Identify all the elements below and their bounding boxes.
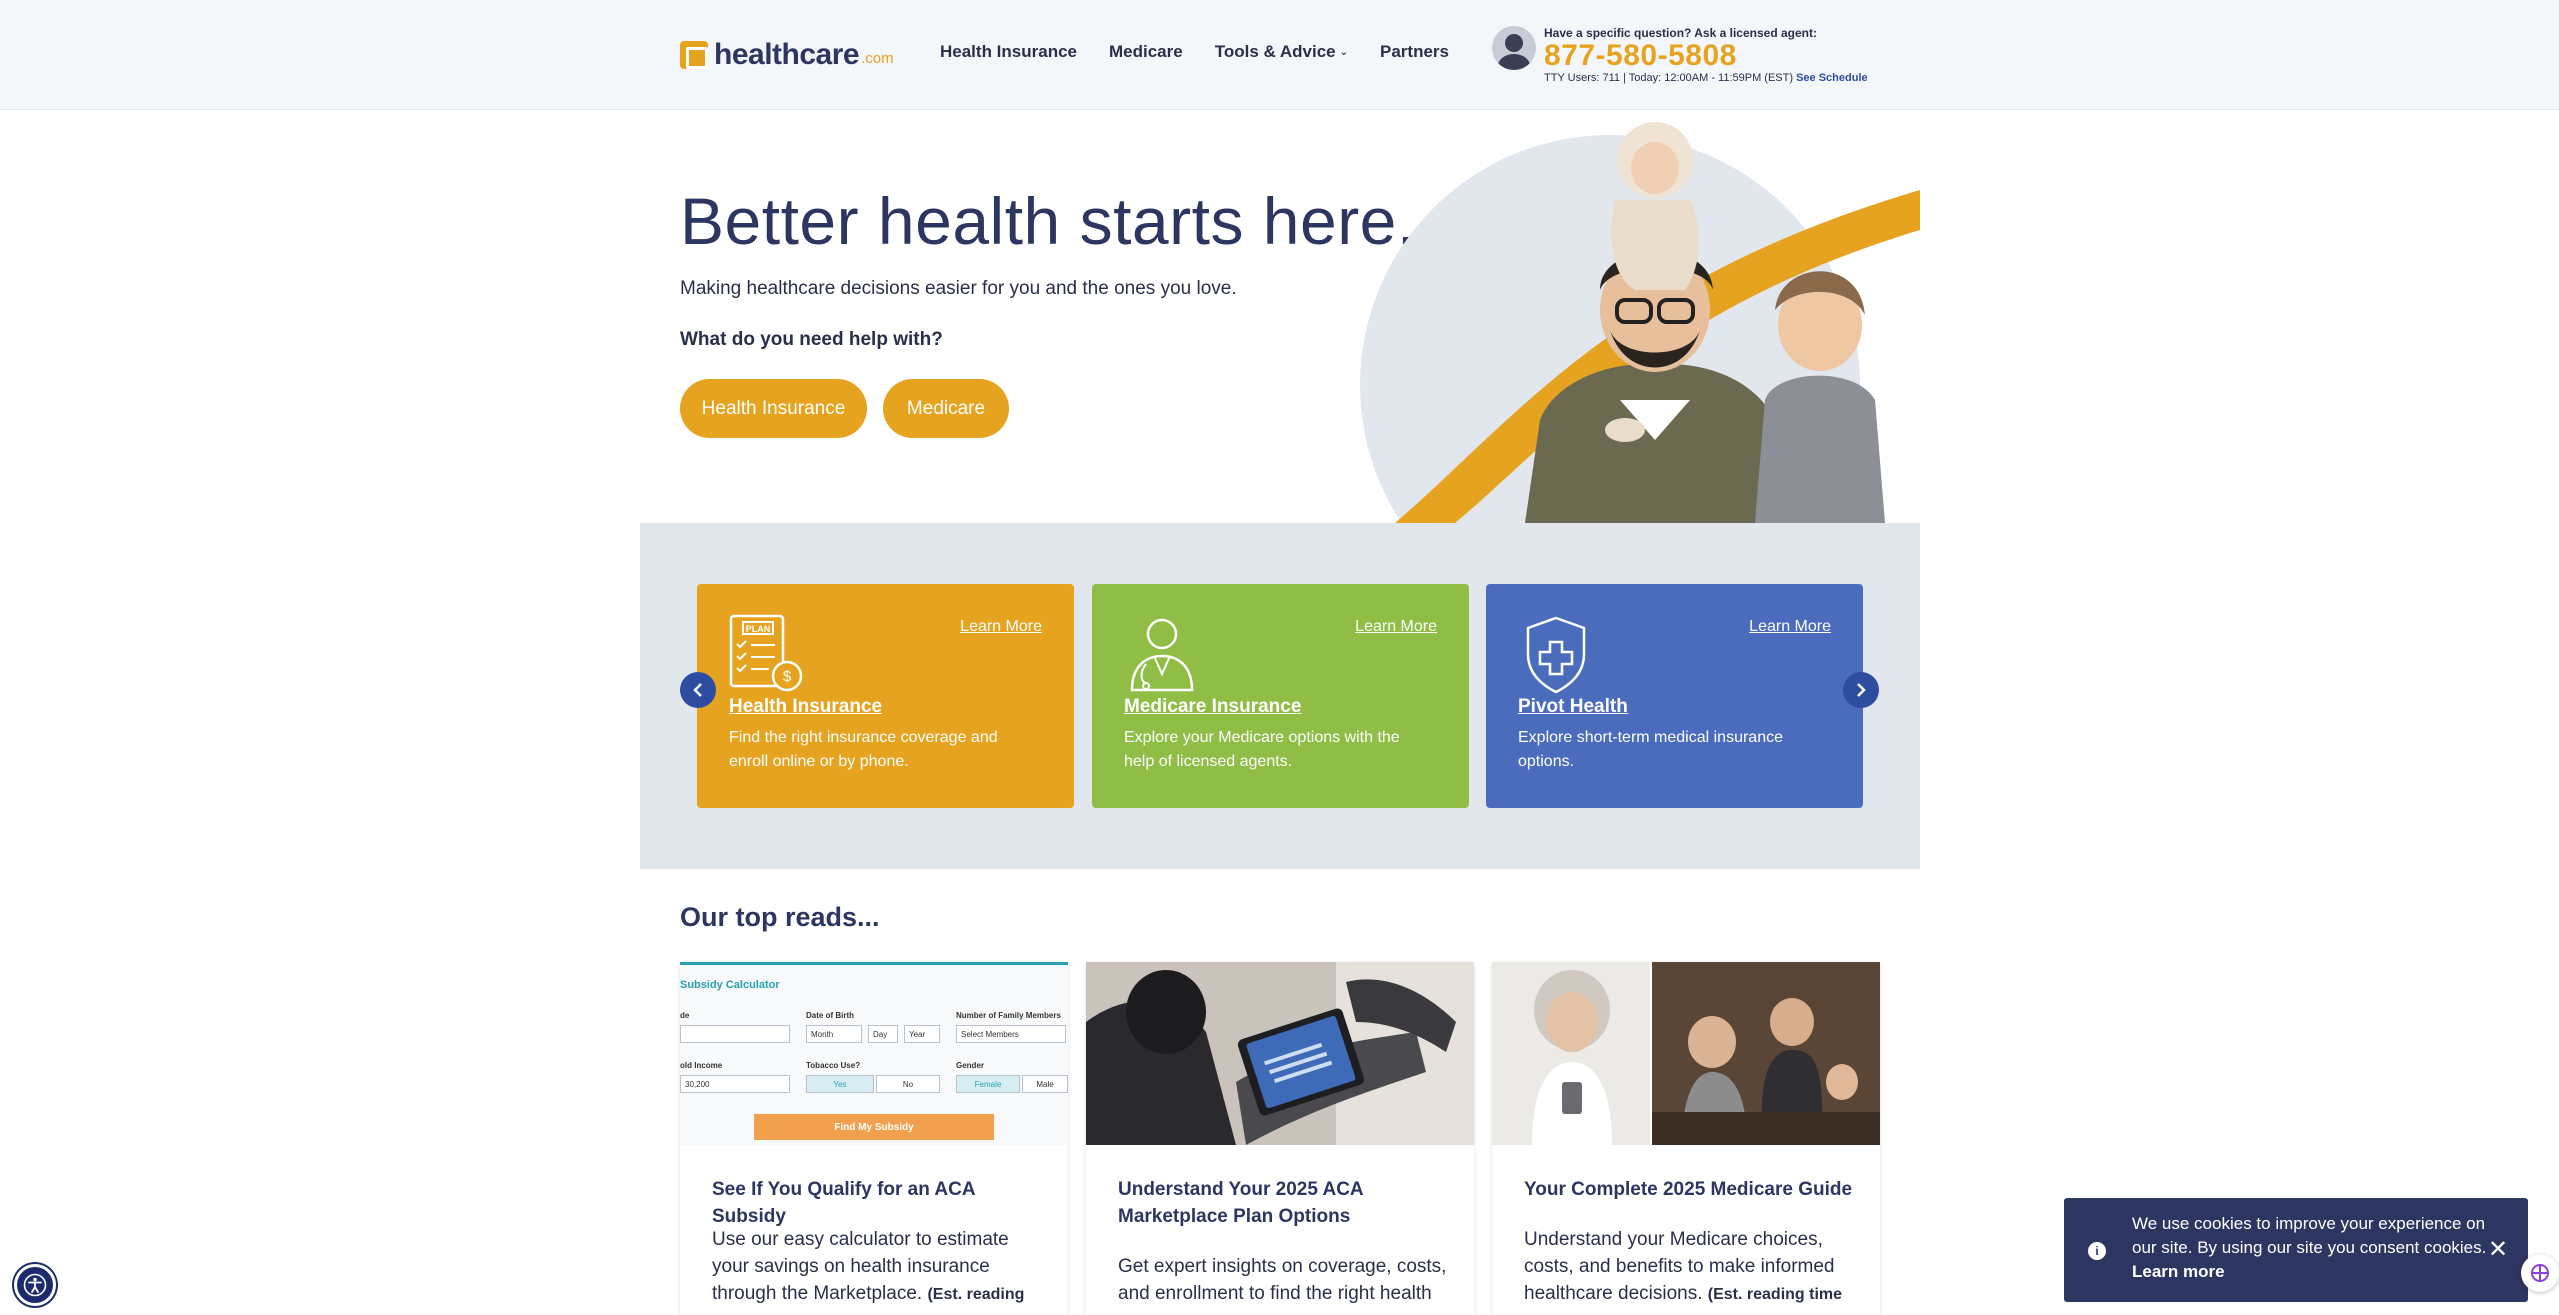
seniors-image (1492, 962, 1880, 1145)
agent-contact: Have a specific question? Ask a licensed… (1492, 26, 1868, 84)
calc-label: old Income (680, 1061, 723, 1070)
medical-shield-icon (1526, 616, 1586, 694)
nav-medicare[interactable]: Medicare (1109, 42, 1183, 62)
cookie-text: We use cookies to improve your experienc… (2132, 1212, 2492, 1284)
nav-partners[interactable]: Partners (1380, 42, 1449, 62)
carousel-prev-button[interactable] (680, 672, 716, 708)
accessibility-icon (23, 1273, 47, 1297)
calculator-preview: Subsidy Calculator de Date of Birth Numb… (680, 962, 1068, 1145)
read-card-medicare-guide[interactable]: Your Complete 2025 Medicare Guide Unders… (1492, 962, 1880, 1315)
calc-label: Tobacco Use? (806, 1061, 861, 1070)
read-description: Get expert insights on coverage, costs, … (1118, 1256, 1447, 1304)
calc-field: Year (904, 1025, 940, 1043)
hero-medicare-button[interactable]: Medicare (883, 379, 1009, 438)
calc-option: No (876, 1075, 940, 1093)
calc-label: Date of Birth (806, 1011, 854, 1020)
privacy-widget-button[interactable] (2521, 1254, 2559, 1292)
hero-question: What do you need help with? (680, 329, 943, 350)
service-description: Find the right insurance coverage and en… (729, 729, 998, 770)
nav-health-insurance[interactable]: Health Insurance (940, 42, 1077, 62)
calc-field: 30,200 (680, 1075, 790, 1093)
logo-text: healthcare (714, 38, 860, 71)
read-reading-time: (Est. reading time (1707, 1286, 1843, 1303)
calc-field: Month (806, 1025, 862, 1043)
top-reads-heading: Our top reads... (680, 902, 880, 932)
nav-tools-advice-label: Tools & Advice (1214, 42, 1336, 61)
agent-person-icon (1130, 618, 1194, 692)
main-nav: Health Insurance Medicare Tools & Advice… (940, 42, 1449, 62)
agent-phone-link[interactable]: 877-580-5808 (1544, 40, 1868, 72)
info-icon: i (2088, 1242, 2106, 1260)
chevron-down-icon: ⌄ (1339, 46, 1349, 58)
logo-suffix: .com (861, 49, 894, 67)
calc-field: Select Members (956, 1025, 1066, 1043)
calc-field (680, 1025, 790, 1043)
read-reading-time: (Est. reading (927, 1286, 1025, 1303)
calc-label: Number of Family Members (956, 1011, 1061, 1020)
learn-more-link[interactable]: Learn More (1355, 618, 1437, 636)
nav-tools-advice[interactable]: Tools & Advice ⌄ (1215, 42, 1348, 62)
agent-avatar (1492, 26, 1536, 70)
hero-health-insurance-button[interactable]: Health Insurance (680, 379, 867, 438)
site-header: healthcare .com Health Insurance Medicar… (0, 0, 2559, 110)
accessibility-button[interactable] (14, 1264, 56, 1306)
agent-tty-line: TTY Users: 711 | Today: 12:00AM - 11:59P… (1544, 72, 1868, 84)
service-card-health-insurance[interactable]: Learn More PLAN $ Health Insurance Find … (697, 584, 1074, 808)
learn-more-link[interactable]: Learn More (960, 618, 1042, 636)
svg-text:PLAN: PLAN (746, 624, 771, 634)
agent-text: Have a specific question? Ask a licensed… (1544, 26, 1868, 84)
tablet-reader-image (1086, 962, 1474, 1145)
logo-mark-icon (680, 41, 708, 69)
hero-family-image (1355, 120, 1920, 523)
learn-more-link[interactable]: Learn More (1749, 618, 1831, 636)
cookie-banner: i We use cookies to improve your experie… (2064, 1198, 2528, 1302)
plan-document-icon: PLAN $ (729, 614, 803, 692)
calc-label: Gender (956, 1061, 985, 1070)
calc-field: Day (868, 1025, 898, 1043)
service-description: Explore short-term medical insurance opt… (1518, 729, 1783, 770)
read-description: Understand your Medicare choices, costs,… (1524, 1226, 1854, 1308)
chevron-left-icon (693, 683, 702, 697)
svg-text:$: $ (783, 668, 792, 685)
chevron-right-icon (1857, 683, 1866, 697)
read-title[interactable]: See If You Qualify for an ACA Subsidy (712, 1176, 1042, 1230)
cookie-learn-more-link[interactable]: Learn more (2132, 1262, 2225, 1281)
cookie-message: We use cookies to improve your experienc… (2132, 1214, 2487, 1257)
service-card-pivot-health[interactable]: Learn More Pivot Health Explore short-te… (1486, 584, 1863, 808)
read-title[interactable]: Your Complete 2025 Medicare Guide (1524, 1176, 1854, 1203)
read-card-aca-plans[interactable]: Understand Your 2025 ACA Marketplace Pla… (1086, 962, 1474, 1315)
cookie-close-button[interactable]: ✕ (2486, 1238, 2510, 1262)
service-title[interactable]: Medicare Insurance (1124, 696, 1301, 718)
hero-title: Better health starts here. (680, 184, 1416, 258)
close-icon: ✕ (2487, 1236, 2509, 1263)
calculator-title: Subsidy Calculator (680, 979, 780, 991)
see-schedule-link[interactable]: See Schedule (1796, 72, 1868, 84)
calc-label: de (680, 1011, 690, 1020)
service-description: Explore your Medicare options with the h… (1124, 729, 1400, 770)
calc-option: Yes (806, 1075, 874, 1093)
calc-button: Find My Subsidy (754, 1114, 994, 1140)
agent-tty-text: TTY Users: 711 | Today: 12:00AM - 11:59P… (1544, 72, 1794, 84)
calc-option: Male (1022, 1075, 1068, 1093)
calc-option: Female (956, 1075, 1020, 1093)
service-card-medicare[interactable]: Learn More Medicare Insurance Explore yo… (1092, 584, 1469, 808)
service-title[interactable]: Health Insurance (729, 696, 882, 718)
read-title[interactable]: Understand Your 2025 ACA Marketplace Pla… (1118, 1176, 1448, 1230)
agent-question: Have a specific question? Ask a licensed… (1544, 26, 1817, 40)
carousel-next-button[interactable] (1843, 672, 1879, 708)
hero-subtitle: Making healthcare decisions easier for y… (680, 278, 1237, 299)
read-card-aca-subsidy[interactable]: Subsidy Calculator de Date of Birth Numb… (680, 962, 1068, 1315)
service-title[interactable]: Pivot Health (1518, 696, 1628, 718)
read-description: Use our easy calculator to estimate your… (712, 1226, 1042, 1308)
site-logo[interactable]: healthcare .com (680, 38, 894, 72)
subsidy-calculator-image: Subsidy Calculator de Date of Birth Numb… (680, 962, 1068, 1145)
privacy-fingerprint-icon (2531, 1264, 2549, 1282)
